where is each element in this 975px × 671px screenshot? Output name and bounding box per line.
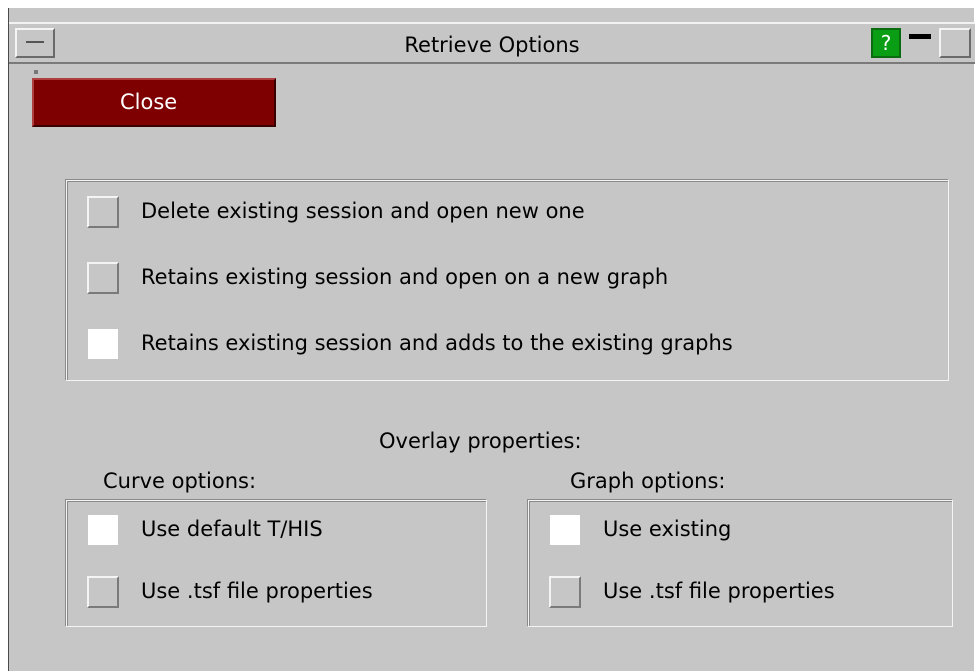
curve-option-checkbox[interactable] xyxy=(87,576,119,608)
option-label: Use .tsf file properties xyxy=(141,579,373,603)
overlay-properties-label: Overlay properties: xyxy=(379,429,582,453)
option-label: Delete existing session and open new one xyxy=(141,199,585,223)
graph-options-legend: Graph options: xyxy=(562,469,734,493)
graph-option-checkbox[interactable] xyxy=(549,576,581,608)
maximize-icon[interactable] xyxy=(939,28,971,58)
window-title: Retrieve Options xyxy=(404,33,580,57)
title-bar[interactable]: Retrieve Options ? xyxy=(9,22,975,64)
close-button[interactable]: Close xyxy=(32,78,276,127)
session-option-checkbox[interactable] xyxy=(87,196,119,228)
curve-options-legend: Curve options: xyxy=(95,469,265,493)
option-label: Retains existing session and adds to the… xyxy=(141,331,733,355)
option-label: Use existing xyxy=(603,517,732,541)
resize-handle-icon xyxy=(34,70,38,74)
option-label: Retains existing session and open on a n… xyxy=(141,265,669,289)
graph-option-checkbox[interactable] xyxy=(549,514,581,546)
option-label: Use default T/HIS xyxy=(141,517,323,541)
retrieve-options-window: Retrieve Options ? Close Delete existing… xyxy=(8,8,975,671)
graph-options-group xyxy=(528,500,953,627)
help-icon[interactable]: ? xyxy=(871,28,901,58)
curve-option-checkbox[interactable] xyxy=(87,514,119,546)
session-option-checkbox[interactable] xyxy=(87,328,119,360)
session-option-checkbox[interactable] xyxy=(87,262,119,294)
minimize-icon[interactable] xyxy=(905,28,937,58)
option-label: Use .tsf file properties xyxy=(603,579,835,603)
